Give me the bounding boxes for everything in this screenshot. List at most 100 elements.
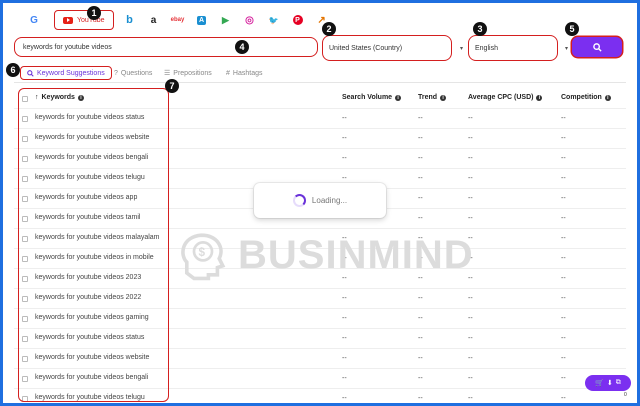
keyword-cell[interactable]: keywords for youtube videos in mobile — [35, 254, 154, 261]
row-checkbox[interactable] — [22, 376, 28, 382]
table-row[interactable]: keywords for youtube videos website -- -- -… — [14, 348, 626, 368]
competition-cell: -- — [561, 155, 566, 162]
twitter-icon[interactable]: 🐦 — [262, 10, 286, 30]
competition-cell: -- — [561, 335, 566, 342]
table-row[interactable]: keywords for youtube videos status -- -- --… — [14, 328, 626, 348]
row-checkbox[interactable] — [22, 216, 28, 222]
tab-prepositions[interactable]: ☰ Prepositions — [164, 66, 212, 80]
trend-cell: -- — [418, 135, 423, 142]
keyword-cell[interactable]: keywords for youtube videos status — [35, 334, 144, 341]
trend-cell: -- — [418, 355, 423, 362]
trend-cell: -- — [418, 115, 423, 122]
column-header-competition[interactable]: Competition i — [561, 94, 611, 101]
column-header-search-volume[interactable]: Search Volume i — [342, 94, 402, 101]
info-icon[interactable]: i — [604, 94, 611, 101]
search-icon — [592, 42, 602, 52]
search-button[interactable] — [572, 37, 622, 57]
export-cart-button[interactable]: 🛒 ⬇ ⧉ — [585, 375, 631, 391]
row-checkbox[interactable] — [22, 116, 28, 122]
search-volume-cell: -- — [342, 355, 347, 362]
language-select[interactable]: English — [468, 35, 558, 61]
search-volume-cell: -- — [342, 175, 347, 182]
info-icon[interactable]: i — [77, 94, 84, 101]
tab-hashtags[interactable]: # Hashtags — [226, 66, 262, 80]
tab-keyword-suggestions[interactable]: Keyword Suggestions — [20, 66, 112, 80]
pinterest-icon[interactable]: P — [286, 10, 310, 30]
column-header-trend[interactable]: Trend i — [418, 94, 447, 101]
amazon-icon[interactable]: a — [142, 10, 166, 30]
keyword-cell[interactable]: keywords for youtube videos 2022 — [35, 294, 141, 301]
info-icon[interactable]: i — [536, 94, 543, 101]
table-row[interactable]: keywords for youtube videos 2022 -- -- -- -- — [14, 288, 626, 308]
table-row[interactable]: keywords for youtube videos status -- -- --… — [14, 108, 626, 128]
row-checkbox[interactable] — [22, 396, 28, 402]
column-header-keywords[interactable]: ↑ Keywords i — [35, 94, 84, 101]
tab-questions[interactable]: ? Questions — [114, 66, 152, 80]
search-volume-cell: -- — [342, 155, 347, 162]
tab-keyword-suggestions-label: Keyword Suggestions — [37, 69, 105, 77]
keyword-cell[interactable]: keywords for youtube videos bengali — [35, 154, 148, 161]
row-checkbox[interactable] — [22, 356, 28, 362]
row-checkbox[interactable] — [22, 256, 28, 262]
table-row[interactable]: keywords for youtube videos in mobile -- -… — [14, 248, 626, 268]
annotation-badge-4: 4 — [235, 40, 249, 54]
search-volume-cell: -- — [342, 135, 347, 142]
keyword-cell[interactable]: keywords for youtube videos tamil — [35, 214, 140, 221]
trend-cell: -- — [418, 335, 423, 342]
ebay-icon[interactable]: ebay — [166, 10, 190, 30]
table-row[interactable]: keywords for youtube videos website -- -- -… — [14, 128, 626, 148]
tab-youtube[interactable]: YouTube — [54, 10, 114, 30]
table-row[interactable]: keywords for youtube videos bengali -- -- -… — [14, 148, 626, 168]
keyword-cell[interactable]: keywords for youtube videos website — [35, 354, 149, 361]
keyword-cell[interactable]: keywords for youtube videos 2023 — [35, 274, 141, 281]
keyword-cell[interactable]: keywords for youtube videos gaming — [35, 314, 149, 321]
keyword-cell[interactable]: keywords for youtube videos telugu — [35, 394, 145, 401]
competition-cell: -- — [561, 375, 566, 382]
select-all-checkbox[interactable] — [22, 96, 28, 102]
google-icon[interactable]: G — [22, 10, 46, 30]
country-select[interactable]: United States (Country) — [322, 35, 452, 61]
row-checkbox[interactable] — [22, 196, 28, 202]
cpc-cell: -- — [468, 235, 473, 242]
info-icon[interactable]: i — [440, 94, 447, 101]
bing-icon[interactable]: b — [118, 10, 142, 30]
loading-text: Loading... — [311, 196, 348, 205]
cpc-cell: -- — [468, 155, 473, 162]
table-row[interactable]: keywords for youtube videos gaming -- -- --… — [14, 308, 626, 328]
annotation-badge-2: 2 — [322, 22, 336, 36]
search-volume-cell: -- — [342, 295, 347, 302]
keyword-cell[interactable]: keywords for youtube videos app — [35, 194, 137, 201]
trend-cell: -- — [418, 395, 423, 402]
keyword-cell[interactable]: keywords for youtube videos website — [35, 134, 149, 141]
competition-cell: -- — [561, 175, 566, 182]
row-checkbox[interactable] — [22, 176, 28, 182]
table-row[interactable]: keywords for youtube videos malayalam -- -… — [14, 228, 626, 248]
table-row[interactable]: keywords for youtube videos 2023 -- -- -- -- — [14, 268, 626, 288]
keyword-cell[interactable]: keywords for youtube videos status — [35, 114, 144, 121]
column-header-competition-label: Competition — [561, 94, 602, 101]
table-row[interactable]: keywords for youtube videos telugu -- -- --… — [14, 388, 626, 406]
result-type-tabs: Keyword Suggestions ? Questions ☰ Prepos… — [0, 66, 640, 80]
instagram-icon[interactable]: ◎ — [238, 10, 262, 30]
appstore-icon[interactable]: A — [190, 10, 214, 30]
keyword-cell[interactable]: keywords for youtube videos telugu — [35, 174, 145, 181]
competition-cell: -- — [561, 135, 566, 142]
info-icon[interactable]: i — [395, 94, 402, 101]
row-checkbox[interactable] — [22, 156, 28, 162]
row-checkbox[interactable] — [22, 316, 28, 322]
column-header-keywords-label: Keywords — [41, 94, 75, 101]
row-checkbox[interactable] — [22, 296, 28, 302]
table-row[interactable]: keywords for youtube videos bengali -- -- -… — [14, 368, 626, 388]
cpc-cell: -- — [468, 335, 473, 342]
row-checkbox[interactable] — [22, 336, 28, 342]
keyword-cell[interactable]: keywords for youtube videos bengali — [35, 374, 148, 381]
row-checkbox[interactable] — [22, 236, 28, 242]
trend-cell: -- — [418, 215, 423, 222]
search-volume-cell: -- — [342, 115, 347, 122]
row-checkbox[interactable] — [22, 136, 28, 142]
keyword-search-input[interactable]: keywords for youtube videos — [14, 37, 318, 57]
column-header-cpc[interactable]: Average CPC (USD) i — [468, 94, 543, 101]
keyword-cell[interactable]: keywords for youtube videos malayalam — [35, 234, 160, 241]
row-checkbox[interactable] — [22, 276, 28, 282]
play-store-icon[interactable]: ▶ — [214, 10, 238, 30]
